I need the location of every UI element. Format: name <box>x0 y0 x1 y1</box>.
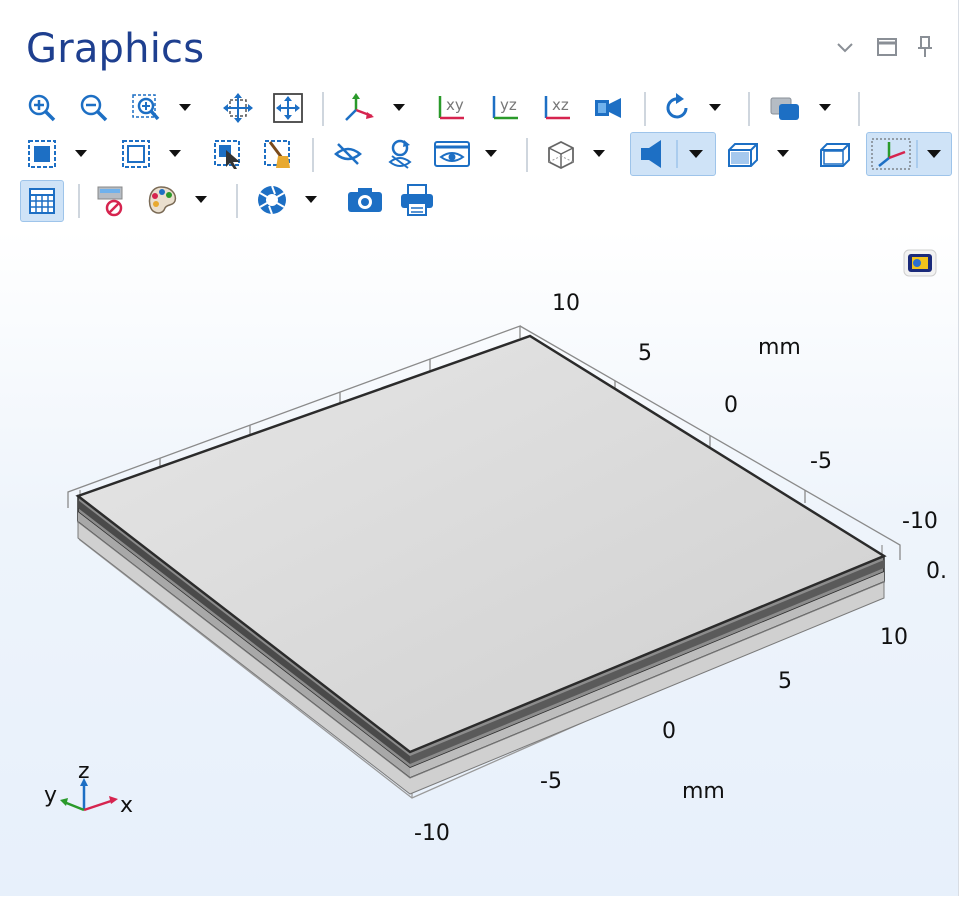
xz-view-label: xz <box>552 96 569 114</box>
toolbar-separator <box>748 92 750 126</box>
x-tick: 0 <box>662 719 676 744</box>
plate-geometry <box>75 334 887 795</box>
coordinate-system-icon <box>871 138 941 170</box>
xz-view-icon[interactable]: xz <box>538 88 578 128</box>
zoom-in-icon[interactable] <box>22 88 62 128</box>
maximize-icon[interactable] <box>874 34 900 60</box>
color-table-icon[interactable] <box>142 180 182 220</box>
clear-plots-icon[interactable] <box>90 180 130 220</box>
triad-x-label: x <box>120 793 133 818</box>
zoom-box-dropdown-icon[interactable] <box>176 88 194 128</box>
render-mode-icon[interactable] <box>724 134 764 174</box>
zoom-box-icon[interactable] <box>126 88 166 128</box>
toolbar-separator <box>858 92 860 126</box>
camera-view-icon[interactable] <box>588 88 628 128</box>
x-axis-unit: mm <box>682 779 725 804</box>
zoom-out-icon[interactable] <box>74 88 114 128</box>
toolbar-separator <box>322 92 324 126</box>
y-tick: 0 <box>724 393 738 418</box>
camera-snapshot-icon[interactable] <box>344 180 386 220</box>
lighting-button[interactable] <box>630 132 716 176</box>
select-box-icon[interactable] <box>22 134 62 174</box>
y-tick: -10 <box>902 509 938 534</box>
xy-view-icon[interactable]: xy <box>432 88 472 128</box>
y-tick: 5 <box>638 341 652 366</box>
pin-icon[interactable] <box>912 34 938 60</box>
grid-icon[interactable] <box>20 180 64 222</box>
image-snapshot-icon[interactable] <box>252 180 292 220</box>
toolbar-separator <box>78 184 80 218</box>
clear-selection-icon[interactable] <box>258 134 298 174</box>
view-options-icon[interactable] <box>430 134 474 174</box>
scene-box-icon[interactable] <box>816 134 856 174</box>
select-all-icon[interactable] <box>208 134 248 174</box>
wireframe-dropdown-icon[interactable] <box>590 134 608 174</box>
lighting-icon <box>641 140 703 168</box>
triad-z-label: z <box>78 759 90 784</box>
render-mode-dropdown-icon[interactable] <box>774 134 792 174</box>
z-tick: 0. <box>926 559 947 584</box>
coordinate-system-button[interactable] <box>866 132 952 176</box>
x-tick: -5 <box>540 769 562 794</box>
rotate-view-icon[interactable] <box>658 88 698 128</box>
toolbar-separator <box>236 184 238 218</box>
y-axis-unit: mm <box>758 335 801 360</box>
deselect-box-dropdown-icon[interactable] <box>166 134 184 174</box>
rotate-dropdown-icon[interactable] <box>706 88 724 128</box>
wireframe-rendering-icon[interactable] <box>540 134 580 174</box>
triad-y-label: y <box>44 783 57 808</box>
default-view-dropdown-icon[interactable] <box>390 88 408 128</box>
print-icon[interactable] <box>396 180 438 220</box>
axis-triad: z x y <box>44 759 133 818</box>
toolbar-separator <box>644 92 646 126</box>
hide-icon[interactable] <box>328 134 368 174</box>
x-tick: 10 <box>880 625 908 650</box>
reset-hiding-icon[interactable] <box>380 134 420 174</box>
transparency-icon[interactable] <box>764 88 808 128</box>
yz-view-icon[interactable]: yz <box>486 88 526 128</box>
y-tick: -5 <box>810 449 832 474</box>
y-tick: 10 <box>552 291 580 316</box>
color-table-dropdown-icon[interactable] <box>192 180 210 220</box>
view-options-dropdown-icon[interactable] <box>482 134 500 174</box>
x-tick: 5 <box>778 669 792 694</box>
window-title: Graphics <box>26 26 205 72</box>
toolbar-separator <box>312 138 314 172</box>
deselect-box-icon[interactable] <box>116 134 156 174</box>
graphics-canvas[interactable]: 10 5 0 -5 -10 mm 0. 10 5 0 -5 -10 mm z x… <box>0 230 958 896</box>
xy-view-label: xy <box>446 96 464 114</box>
image-snapshot-dropdown-icon[interactable] <box>302 180 320 220</box>
transparency-dropdown-icon[interactable] <box>816 88 834 128</box>
go-to-default-view-icon[interactable] <box>338 88 380 128</box>
yz-view-label: yz <box>500 96 517 114</box>
graphics-window: Graphics xy yz xz 10 5 0 -5 -10 mm 0. 10… <box>0 0 959 896</box>
zoom-extents-selection-icon[interactable] <box>218 88 258 128</box>
toolbar-separator <box>526 138 528 172</box>
x-tick: -10 <box>414 821 450 846</box>
select-box-dropdown-icon[interactable] <box>72 134 90 174</box>
chevron-down-icon[interactable] <box>832 34 858 60</box>
zoom-extents-icon[interactable] <box>268 88 308 128</box>
